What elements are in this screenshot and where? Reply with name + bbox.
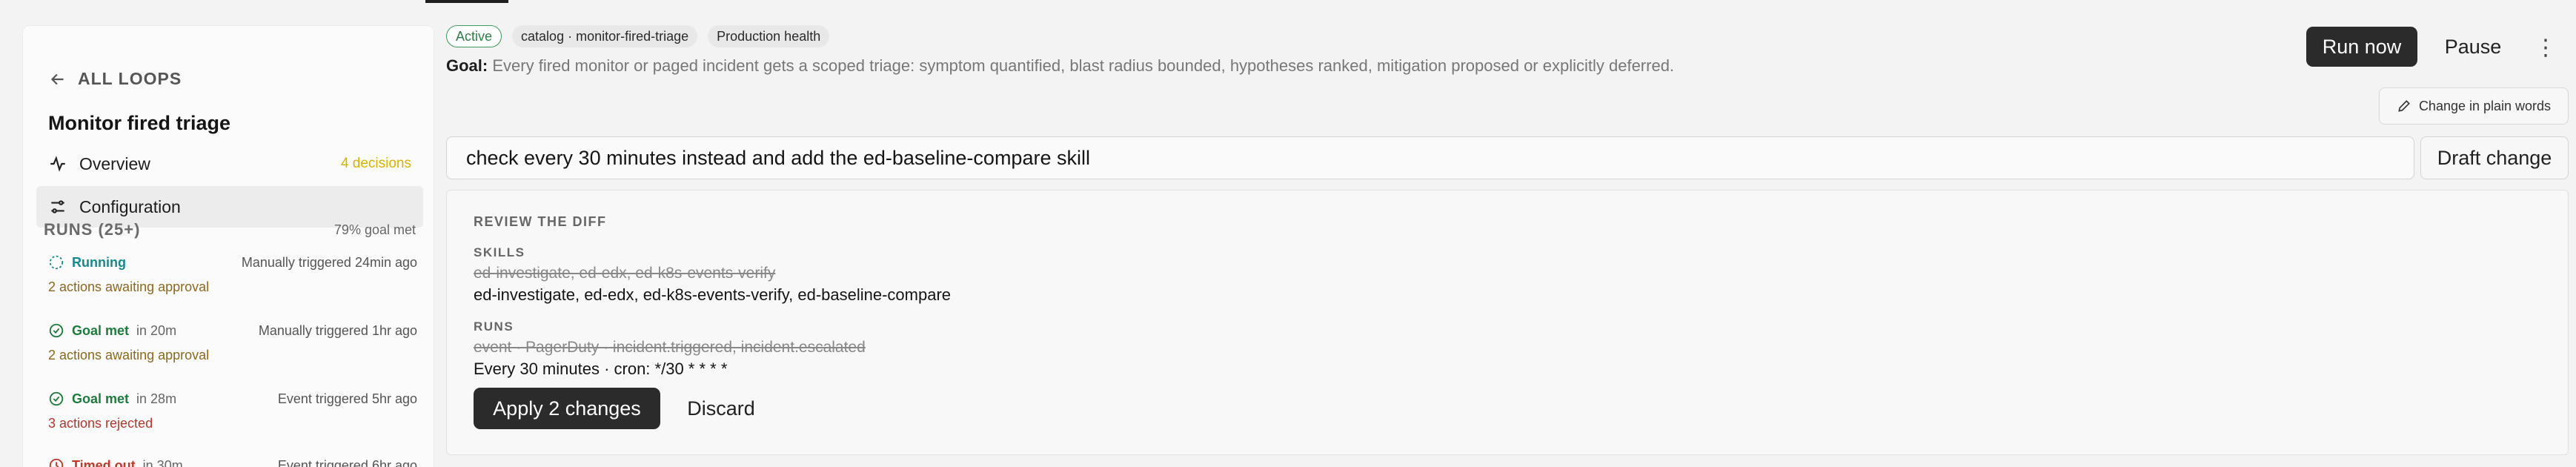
run-detail: 2 actions awaiting approval (48, 348, 210, 362)
back-to-all-loops-link[interactable]: ALL LOOPS (48, 69, 182, 89)
run-detail: 2 actions awaiting approval (48, 279, 210, 294)
draft-change-button[interactable]: Draft change (2420, 136, 2569, 179)
pencil-icon (2398, 100, 2410, 112)
sidebar: ALL LOOPS Monitor fired triage Overview … (22, 25, 434, 467)
catalog-tag: catalog · monitor-fired-triage (512, 25, 698, 47)
sliders-icon (51, 200, 64, 213)
loop-tags: Active catalog · monitor-fired-triage Pr… (446, 25, 830, 47)
change-in-plain-words-button[interactable]: Change in plain words (2379, 87, 2569, 125)
runs-new-value: Every 30 minutes · cron: */30 * * * * (474, 360, 728, 378)
loop-title: Monitor fired triage (48, 112, 231, 134)
diff-panel: REVIEW THE DIFF SKILLS ed-investigate, e… (446, 190, 2569, 455)
more-options-icon[interactable]: ⋮ (2534, 33, 2557, 62)
pause-button[interactable]: Pause (2432, 27, 2514, 67)
spinner-icon (49, 255, 64, 270)
run-duration: in 30m (142, 457, 183, 467)
change-command-input[interactable] (446, 136, 2414, 179)
run-now-button[interactable]: Run now (2306, 27, 2417, 67)
run-status: Goal met (72, 322, 130, 338)
runs-label: RUNS (474, 319, 514, 334)
decisions-badge: 4 decisions (340, 156, 411, 171)
run-status: Running (72, 254, 126, 270)
change-plain-label: Change in plain words (2418, 98, 2552, 113)
runs-title: RUNS (25+) (44, 220, 141, 239)
back-label: ALL LOOPS (78, 69, 182, 88)
goal-text: Every fired monitor or paged incident ge… (492, 56, 1675, 75)
run-duration: in 20m (136, 322, 177, 338)
run-item[interactable]: Timed out in 30m Event triggered 6hr ago (48, 457, 417, 467)
run-item[interactable]: Goal met in 28m Event triggered 5hr ago … (48, 391, 417, 431)
nav-configuration-label: Configuration (79, 196, 181, 216)
run-trigger: Event triggered 5hr ago (277, 391, 417, 406)
nav-overview[interactable]: Overview 4 decisions (36, 143, 423, 185)
goal-line: Goal: Every fired monitor or paged incid… (446, 56, 1674, 76)
run-item[interactable]: Goal met in 20m Manually triggered 1hr a… (48, 322, 417, 363)
diff-title: REVIEW THE DIFF (474, 214, 607, 229)
goal-label: Goal: (446, 56, 488, 75)
run-status: Goal met (72, 391, 130, 406)
runs-old-value: event · PagerDuty · incident.triggered, … (474, 339, 866, 356)
skills-old-value: ed-investigate, ed-edx, ed-k8s-events-ve… (474, 265, 776, 282)
runs-goal-rate: 79% goal met (333, 222, 416, 237)
runs-header: RUNS (25+) 79% goal met (44, 220, 416, 239)
apply-changes-button[interactable]: Apply 2 changes (474, 388, 660, 429)
run-detail: 3 actions rejected (48, 416, 153, 431)
run-status: Timed out (72, 457, 136, 467)
nav-overview-label: Overview (79, 153, 150, 173)
discard-button[interactable]: Discard (677, 388, 766, 429)
timeout-icon (49, 458, 64, 467)
check-circle-icon (49, 323, 64, 338)
run-trigger: Manually triggered 24min ago (241, 254, 417, 270)
category-tag: Production health (708, 25, 830, 47)
skills-label: SKILLS (474, 245, 525, 259)
run-item[interactable]: Running Manually triggered 24min ago 2 a… (48, 254, 417, 295)
activity-icon (50, 156, 65, 172)
active-tab-indicator (425, 0, 508, 3)
check-circle-icon (49, 391, 64, 406)
run-trigger: Event triggered 6hr ago (277, 457, 417, 467)
status-badge: Active (446, 25, 502, 47)
skills-new-value: ed-investigate, ed-edx, ed-k8s-events-ve… (474, 285, 952, 304)
run-duration: in 28m (136, 391, 177, 406)
run-trigger: Manually triggered 1hr ago (258, 322, 417, 338)
arrow-left-icon (50, 73, 64, 85)
